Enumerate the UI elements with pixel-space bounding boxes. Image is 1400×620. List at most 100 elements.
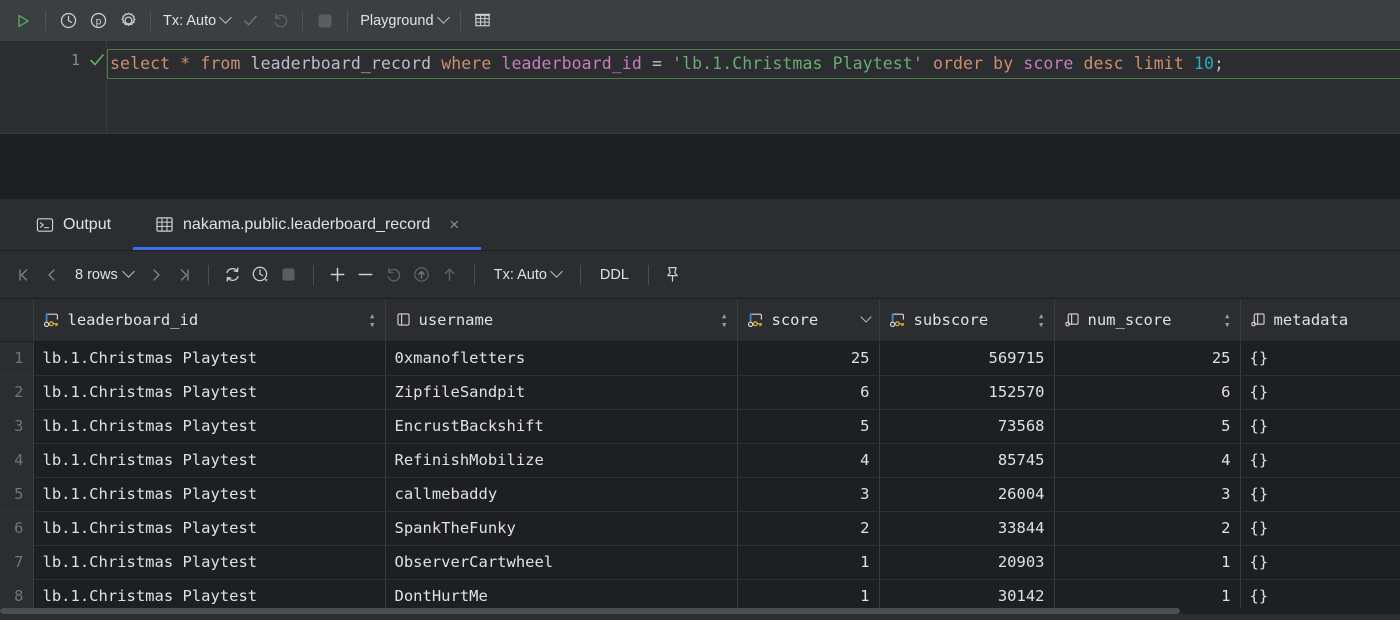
ddl-button[interactable]: DDL — [591, 267, 638, 283]
revert-button[interactable] — [380, 261, 408, 289]
cell-num-score[interactable]: 1 — [1054, 545, 1241, 580]
table-row[interactable]: 4 lb.1.Christmas Playtest RefinishMobilize… — [0, 443, 1400, 478]
cell-subscore[interactable]: 569715 — [879, 341, 1055, 376]
pin-tab-button[interactable] — [659, 261, 687, 289]
column-header-leaderboard-id[interactable]: leaderboard_id ▴ ▾ — [33, 299, 386, 342]
cell-username[interactable]: SpankTheFunky — [385, 511, 738, 546]
cell-subscore[interactable]: 73568 — [879, 409, 1055, 444]
result-data-grid[interactable]: leaderboard_id ▴ ▾ username ▴ ▾ score su… — [0, 299, 1400, 614]
sort-toggle-icon[interactable]: ▴ ▾ — [369, 310, 376, 330]
sort-toggle-icon-4[interactable]: ▴ ▾ — [1224, 310, 1231, 330]
sql-query-line[interactable]: select * from leaderboard_record where l… — [107, 49, 1400, 79]
table-row[interactable]: 1 lb.1.Christmas Playtest 0xmanofletters 25… — [0, 341, 1400, 376]
sort-toggle-icon-2[interactable]: ▴ ▾ — [721, 310, 728, 330]
cell-score[interactable]: 6 — [737, 375, 880, 410]
cell-metadata[interactable]: {} — [1240, 477, 1400, 512]
cell-metadata[interactable]: {} — [1240, 443, 1400, 478]
cell-metadata[interactable]: {} — [1240, 511, 1400, 546]
row-number-cell: 3 — [0, 409, 34, 444]
cell-num-score[interactable]: 3 — [1054, 477, 1241, 512]
page-timing-button[interactable] — [247, 261, 275, 289]
cell-metadata[interactable]: {} — [1240, 375, 1400, 410]
grid-toggle-button[interactable] — [468, 6, 498, 36]
cell-num-score[interactable]: 6 — [1054, 375, 1241, 410]
upload-button[interactable] — [436, 261, 464, 289]
profiler-button[interactable]: p — [83, 6, 113, 36]
cell-subscore[interactable]: 85745 — [879, 443, 1055, 478]
cell-username[interactable]: ZipfileSandpit — [385, 375, 738, 410]
run-query-button[interactable] — [8, 6, 38, 36]
cell-score[interactable]: 25 — [737, 341, 880, 376]
column-header-username[interactable]: username ▴ ▾ — [385, 299, 738, 342]
stop-square-icon — [318, 14, 332, 27]
cell-subscore[interactable]: 33844 — [879, 511, 1055, 546]
datasource-selector[interactable]: Playground — [355, 11, 452, 29]
cell-username[interactable]: callmebaddy — [385, 477, 738, 512]
cell-score[interactable]: 3 — [737, 477, 880, 512]
column-header-subscore[interactable]: subscore ▴ ▾ — [879, 299, 1055, 342]
table-row[interactable]: 7 lb.1.Christmas Playtest ObserverCartwhee… — [0, 545, 1400, 580]
editor-code-area[interactable]: select * from leaderboard_record where l… — [107, 41, 1400, 133]
history-button[interactable] — [53, 6, 83, 36]
sql-editor[interactable]: 1 select * from leaderboard_record where… — [0, 41, 1400, 133]
cell-leaderboard-id[interactable]: lb.1.Christmas Playtest — [33, 545, 386, 580]
cell-num-score[interactable]: 5 — [1054, 409, 1241, 444]
column-header-label-2: username — [418, 310, 494, 329]
last-page-button[interactable] — [170, 261, 198, 289]
first-page-button[interactable] — [10, 261, 38, 289]
cell-username[interactable]: RefinishMobilize — [385, 443, 738, 478]
cell-leaderboard-id[interactable]: lb.1.Christmas Playtest — [33, 443, 386, 478]
table-row[interactable]: 6 lb.1.Christmas Playtest SpankTheFunky 2 33… — [0, 511, 1400, 546]
table-row[interactable]: 3 lb.1.Christmas Playtest EncrustBackshift… — [0, 409, 1400, 444]
table-row[interactable]: 5 lb.1.Christmas Playtest callmebaddy 3 2600… — [0, 477, 1400, 512]
add-row-button[interactable] — [324, 261, 352, 289]
cell-num-score[interactable]: 25 — [1054, 341, 1241, 376]
next-page-button[interactable] — [142, 261, 170, 289]
stop-grid-button[interactable] — [275, 261, 303, 289]
stop-button[interactable] — [310, 6, 340, 36]
gridbar-divider-3 — [473, 264, 475, 285]
submit-button[interactable] — [408, 261, 436, 289]
cell-username[interactable]: ObserverCartwheel — [385, 545, 738, 580]
cell-metadata[interactable]: {} — [1240, 409, 1400, 444]
cell-leaderboard-id[interactable]: lb.1.Christmas Playtest — [33, 341, 386, 376]
cell-num-score[interactable]: 4 — [1054, 443, 1241, 478]
cell-metadata[interactable]: {} — [1240, 341, 1400, 376]
column-header-metadata[interactable]: metadata — [1240, 299, 1400, 342]
cell-leaderboard-id[interactable]: lb.1.Christmas Playtest — [33, 477, 386, 512]
tab-close-icon[interactable]: × — [449, 216, 459, 233]
table-row[interactable]: 2 lb.1.Christmas Playtest ZipfileSandpit 6 1… — [0, 375, 1400, 410]
grid-transaction-selector[interactable]: Tx: Auto — [485, 265, 570, 283]
rollback-button[interactable] — [265, 6, 295, 36]
cell-score[interactable]: 2 — [737, 511, 880, 546]
scrollbar-thumb[interactable] — [0, 607, 1180, 614]
sort-toggle-icon-3[interactable]: ▴ ▾ — [1038, 310, 1045, 330]
delete-row-button[interactable] — [352, 261, 380, 289]
cell-leaderboard-id[interactable]: lb.1.Christmas Playtest — [33, 511, 386, 546]
cell-username[interactable]: EncrustBackshift — [385, 409, 738, 444]
reload-button[interactable] — [219, 261, 247, 289]
cell-subscore[interactable]: 152570 — [879, 375, 1055, 410]
cell-score[interactable]: 4 — [737, 443, 880, 478]
cell-leaderboard-id[interactable]: lb.1.Christmas Playtest — [33, 375, 386, 410]
tab-output[interactable]: Output — [14, 199, 133, 250]
cell-num-score[interactable]: 2 — [1054, 511, 1241, 546]
commit-button[interactable] — [235, 6, 265, 36]
cell-subscore[interactable]: 26004 — [879, 477, 1055, 512]
sort-desc-icon[interactable] — [859, 311, 872, 323]
column-header-score[interactable]: score — [737, 299, 880, 342]
cell-score[interactable]: 5 — [737, 409, 880, 444]
cell-leaderboard-id[interactable]: lb.1.Christmas Playtest — [33, 409, 386, 444]
previous-page-button[interactable] — [38, 261, 66, 289]
tab-leaderboard-record[interactable]: nakama.public.leaderboard_record × — [133, 199, 482, 250]
cell-score[interactable]: 1 — [737, 545, 880, 580]
cell-subscore[interactable]: 20903 — [879, 545, 1055, 580]
column-header-num-score[interactable]: num_score ▴ ▾ — [1054, 299, 1241, 342]
transaction-mode-selector[interactable]: Tx: Auto — [158, 11, 235, 29]
cell-metadata[interactable]: {} — [1240, 545, 1400, 580]
settings-button[interactable] — [113, 6, 143, 36]
horizontal-scrollbar[interactable] — [0, 607, 1400, 614]
column-header-label-4: subscore — [913, 310, 989, 329]
cell-username[interactable]: 0xmanofletters — [385, 341, 738, 376]
row-count-selector[interactable]: 8 rows — [66, 265, 142, 283]
